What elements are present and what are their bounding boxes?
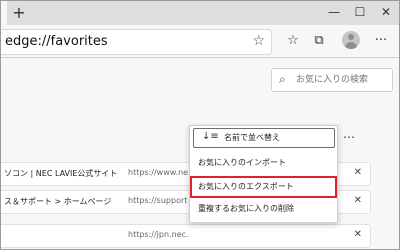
add-favorite-star-icon[interactable]: ☆ [252, 33, 265, 49]
browser-toolbar: edge://favorites ☆ ☆ ⧉ ··· [1, 25, 399, 58]
minimize-button[interactable]: — [321, 1, 347, 23]
new-tab-button[interactable]: + [9, 3, 29, 23]
more-options-icon[interactable]: ··· [371, 33, 391, 49]
delete-favorite-icon[interactable]: ✕ [354, 195, 362, 206]
sort-icon: ↓≡ [202, 131, 219, 142]
tab-strip: + — ☐ ✕ [1, 1, 399, 25]
favorite-title: ス＆サポート > ホームページ [4, 197, 112, 206]
active-tab[interactable] [1, 1, 7, 25]
favorite-url: https://jpn.nec.com/ [128, 230, 188, 239]
favorites-search-box[interactable]: ⌕ [271, 68, 393, 92]
delete-favorite-icon[interactable]: ✕ [354, 167, 362, 178]
menu-item-remove-duplicates[interactable]: 重複するお気に入りの削除 [190, 198, 337, 220]
sort-by-name-button[interactable]: ↓≡ 名前で並べ替え [193, 128, 335, 148]
favorite-url: https://www.nec-lavie [128, 168, 188, 177]
search-icon: ⌕ [279, 72, 286, 86]
address-bar[interactable]: edge://favorites ☆ [1, 29, 272, 55]
favorite-row[interactable]: https://jpn.nec.com/ ✕ [1, 224, 371, 248]
maximize-button[interactable]: ☐ [347, 1, 373, 23]
favorite-url: https://support.nec [128, 196, 188, 205]
menu-item-export[interactable]: お気に入りのエクスポート [190, 176, 337, 198]
favorites-more-button[interactable]: … [339, 126, 359, 142]
profile-avatar[interactable] [342, 31, 360, 49]
sort-label: 名前で並べ替え [224, 133, 280, 142]
favorites-search-input[interactable] [294, 70, 392, 90]
close-window-button[interactable]: ✕ [373, 1, 399, 23]
menu-item-import[interactable]: お気に入りのインポート [190, 152, 337, 174]
delete-favorite-icon[interactable]: ✕ [354, 229, 362, 240]
favorite-title: ソコン | NEC LAVIE公式サイト [4, 169, 118, 178]
address-text: edge://favorites [5, 34, 108, 49]
collections-icon[interactable]: ⧉ [309, 33, 329, 49]
browser-window: + — ☐ ✕ edge://favorites ☆ ☆ ⧉ ··· ⌕ … ソ… [0, 0, 400, 250]
favorites-icon[interactable]: ☆ [283, 33, 303, 49]
